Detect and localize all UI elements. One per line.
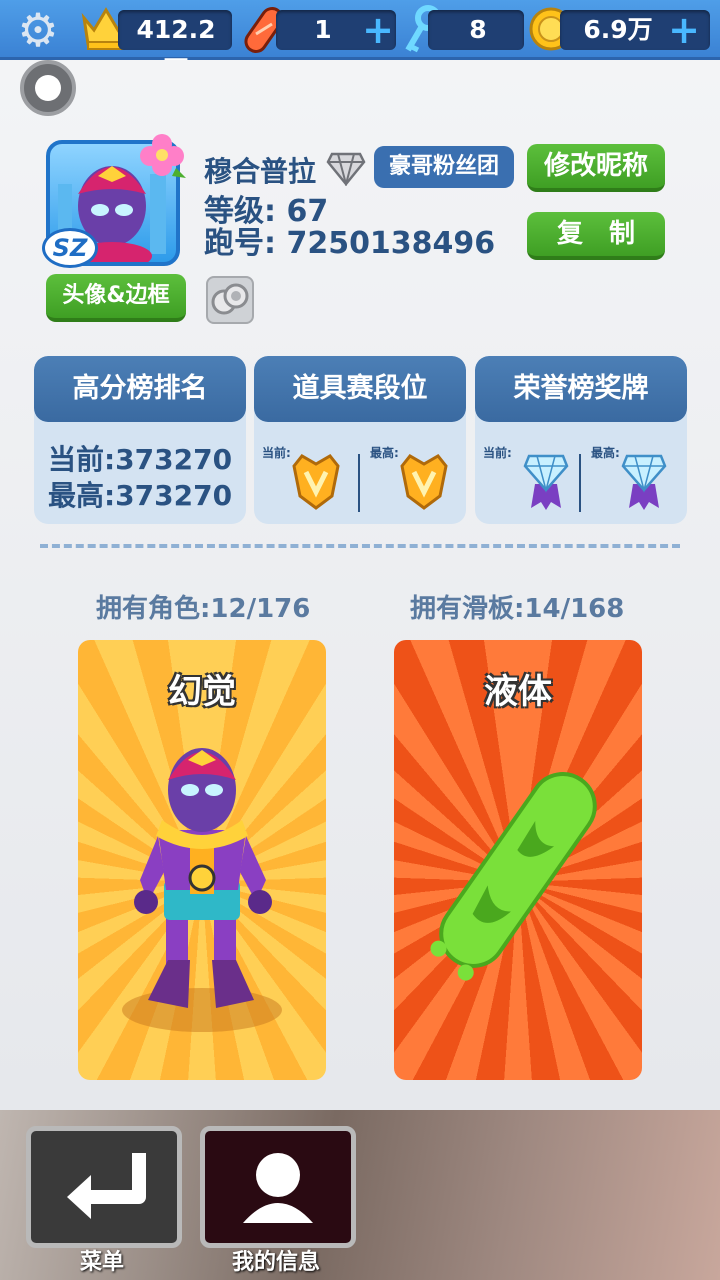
player-id-text: 跑号: 7250138496 [204, 226, 496, 261]
diamond-icon [326, 152, 366, 186]
owned-boards-label: 拥有滑板:14/168 [410, 594, 625, 624]
return-arrow-icon [67, 1153, 146, 1219]
diamond-medal-icon [523, 454, 569, 510]
section-divider [40, 544, 680, 548]
card-title: 荣誉榜奖牌 [475, 356, 687, 422]
add-coin-button[interactable]: + [666, 11, 702, 49]
coin-value: 6.9万 [583, 15, 653, 44]
gold-rank-icon [292, 454, 340, 510]
honor-medal-card[interactable]: 荣誉榜奖牌 当前: 最高: [475, 356, 687, 524]
my-info-label: 我的信息 [232, 1250, 321, 1275]
fan-group-badge[interactable]: 豪哥粉丝团 [374, 146, 514, 188]
hoverboard-image [430, 772, 597, 981]
add-hoverboard-button[interactable]: + [360, 11, 396, 49]
divider [579, 454, 581, 512]
card-title: 高分榜排名 [34, 356, 246, 422]
current-label: 当前: [483, 446, 512, 460]
current-label: 当前: [262, 446, 291, 460]
key-counter: 8 [428, 10, 524, 50]
record-button[interactable] [20, 60, 76, 116]
coin-counter: 6.9万 + [560, 10, 710, 50]
badge-slot-icon[interactable] [206, 276, 254, 324]
avatar-badge: SZ [42, 228, 98, 268]
hoverboard-showcase[interactable]: 液体 [394, 640, 642, 1080]
gear-icon[interactable]: ⚙ [12, 6, 64, 54]
menu-label: 菜单 [80, 1250, 125, 1275]
best-label: 最高: [591, 446, 620, 460]
item-race-rank-card[interactable]: 道具赛段位 当前: 最高: [254, 356, 466, 524]
nickname: 穆合普拉 [204, 155, 317, 188]
user-icon [243, 1153, 313, 1223]
current-rank: 当前:373270 [47, 443, 233, 476]
card-title: 道具赛段位 [254, 356, 466, 422]
highscore-rank-card[interactable]: 高分榜排名 当前:373270 最高:373270 [34, 356, 246, 524]
divider [358, 454, 360, 512]
flower-icon [140, 134, 186, 178]
score-value: 412.2万 [136, 15, 216, 84]
resource-bar: ⚙ 412.2万 1 + 8 6.9万 + [0, 0, 720, 84]
key-value: 8 [469, 15, 487, 44]
rename-button[interactable]: 修改昵称 [527, 144, 665, 192]
character-showcase[interactable]: 幻觉 [78, 640, 326, 1080]
score-counter: 412.2万 [118, 10, 232, 84]
hoverboard-counter: 1 + [276, 10, 396, 50]
avatar-frame-button[interactable]: 头像&边框 [46, 274, 186, 322]
hoverboard-value: 1 [314, 15, 332, 44]
gold-rank-icon [400, 454, 448, 510]
diamond-medal-icon [621, 454, 667, 510]
copy-button[interactable]: 复制 [527, 212, 665, 260]
my-info-button[interactable] [200, 1126, 356, 1248]
best-label: 最高: [370, 446, 399, 460]
menu-button[interactable] [26, 1126, 182, 1248]
owned-characters-label: 拥有角色:12/176 [96, 594, 311, 624]
character-image [122, 748, 282, 1032]
best-rank: 最高:373270 [47, 479, 233, 512]
